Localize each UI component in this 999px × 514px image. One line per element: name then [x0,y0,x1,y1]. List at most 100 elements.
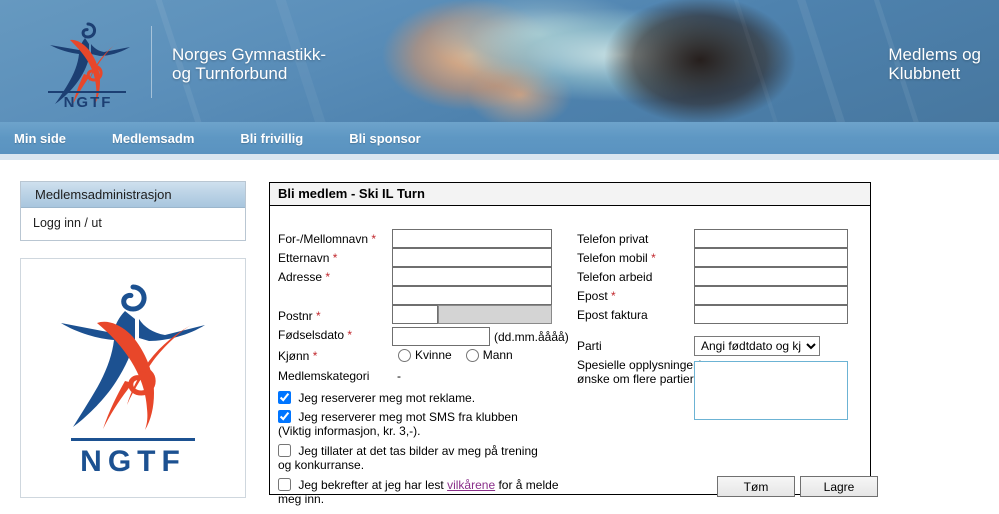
required-marker: * [325,270,331,284]
label-text: Epost [577,289,608,303]
label-spesielle-line1: Spesielle opplysninger/ [577,358,701,372]
input-telefon-privat[interactable] [694,229,848,248]
required-marker: * [371,232,377,246]
save-form-button[interactable]: Lagre [800,476,878,497]
nav-item-bli-sponsor[interactable]: Bli sponsor [349,131,421,146]
form-title-club: Ski IL Turn [358,186,425,201]
input-adresse-line1[interactable] [392,267,552,286]
label-telefon-mobil: Telefon mobil * [577,251,656,265]
label-spesielle-opplysninger: Spesielle opplysninger/ ønske om flere p… [577,358,700,386]
form-body: For-/Mellomnavn * Etternavn * Adresse * … [270,206,870,506]
label-medlemskategori: Medlemskategori [278,369,370,383]
logo-divider-rule [48,91,126,93]
input-poststed-readonly [438,305,552,324]
label-spesielle-line2: ønske om flere partier [577,372,694,386]
form-title-separator: - [347,186,359,201]
label-text: Postnr [278,309,313,323]
form-panel-title: Bli medlem - Ski IL Turn [270,183,870,206]
ngtf-logo[interactable]: NGTF [42,14,146,114]
label-epost: Epost * [577,289,616,303]
required-marker: * [651,251,656,265]
header-portal-name-line2: Klubbnett [888,64,961,83]
input-postnr[interactable] [392,305,438,324]
sidebar-item-logg-inn-ut[interactable]: Logg inn / ut [21,214,245,232]
label-text: For-/Mellomnavn [278,232,369,246]
label-fodselsdato: Fødselsdato * [278,328,352,342]
input-adresse-line2[interactable] [392,286,552,305]
header-portal-name: Medlems og Klubbnett [888,45,981,83]
checkbox-label-sms: Jeg reserverer meg mot SMS fra klubben (… [278,410,518,438]
header-vertical-divider [151,26,152,98]
nav-item-list: Min side Medlemsadm Bli frivillig Bli sp… [14,122,467,154]
sidebar-logo-inner: NGTF [53,281,213,479]
checkbox-row-sms[interactable]: Jeg reserverer meg mot SMS fra klubben (… [278,410,553,438]
header-portal-name-line1: Medlems og [888,45,981,64]
logo-wordmark: NGTF [63,94,113,111]
sidebar-logo-box: NGTF [20,258,246,498]
input-epost-faktura[interactable] [694,305,848,324]
label-text: Kjønn [278,349,310,363]
label-epost-faktura: Epost faktura [577,308,648,322]
checkbox-label-reklame: Jeg reserverer meg mot reklame. [298,391,476,405]
checkbox-label-bilder: Jeg tillater at det tas bilder av meg på… [278,444,538,472]
checkbox-reservasjon-reklame[interactable] [278,391,291,404]
hint-fodselsdato-format: (dd.mm.åååå) [494,330,569,344]
site-header-banner: NGTF Norges Gymnastikk- og Turnforbund M… [0,0,999,122]
label-telefon-privat: Telefon privat [577,232,649,246]
label-text: Fødselsdato [278,328,345,342]
label-adresse: Adresse * [278,270,330,284]
label-text: Adresse [278,270,323,284]
input-for-mellomnavn[interactable] [392,229,552,248]
label-postnr: Postnr * [278,309,321,323]
nav-item-medlemsadm[interactable]: Medlemsadm [112,131,194,146]
form-title-main: Bli medlem [278,186,348,201]
label-kjonn: Kjønn * [278,349,317,363]
radio-kjonn-mann[interactable] [465,348,479,362]
radio-kjonn-kvinne[interactable] [398,348,411,362]
checkbox-row-reklame[interactable]: Jeg reserverer meg mot reklame. [278,391,553,405]
input-telefon-arbeid[interactable] [694,267,848,286]
ngtf-logo-large-icon [61,284,205,430]
checkbox-row-bilder[interactable]: Jeg tillater at det tas bilder av meg på… [278,444,553,472]
label-text: Etternavn [278,251,330,265]
nav-item-min-side[interactable]: Min side [14,131,66,146]
label-parti: Parti [577,339,602,353]
sidebar-logo-wordmark: NGTF [80,445,186,478]
required-marker: * [332,251,338,265]
label-text: Telefon mobil [577,251,648,265]
input-fodselsdato[interactable] [392,327,490,346]
header-org-name: Norges Gymnastikk- og Turnforbund [172,45,326,83]
value-medlemskategori: - [397,369,401,383]
checkbox-reservasjon-sms[interactable] [278,410,291,423]
label-for-mellomnavn: For-/Mellomnavn * [278,232,376,246]
header-org-name-line2: og Turnforbund [172,64,288,83]
nav-item-bli-frivillig[interactable]: Bli frivillig [240,131,303,146]
sidebar-panel-medlemsadministrasjon: Medlemsadministrasjon Logg inn / ut [20,181,246,241]
bli-medlem-form-panel: Bli medlem - Ski IL Turn For-/Mellomnavn… [269,182,871,506]
input-epost[interactable] [694,286,848,305]
input-etternavn[interactable] [392,248,552,267]
required-marker: * [312,349,318,363]
radio-label-mann: Mann [482,348,513,362]
page-content: Medlemsadministrasjon Logg inn / ut NGTF… [0,160,999,514]
checkbox-tillat-bilder[interactable] [278,444,291,457]
sidebar-logo-divider [71,438,195,441]
select-parti[interactable]: Angi fødtdato og kjønn [694,336,820,356]
textarea-spesielle-opplysninger[interactable] [694,361,848,420]
header-background-photo [0,0,999,122]
label-etternavn: Etternavn * [278,251,337,265]
header-org-name-line1: Norges Gymnastikk- [172,45,326,64]
required-marker: * [347,328,353,342]
sidebar-panel-body: Logg inn / ut [21,208,245,240]
main-navigation-bar: Min side Medlemsadm Bli frivillig Bli sp… [0,122,999,154]
radio-label-kvinne: Kvinne [415,348,452,362]
form-button-row: Tøm Lagre [269,476,878,498]
sidebar: Medlemsadministrasjon Logg inn / ut NGTF [20,181,246,498]
clear-form-button[interactable]: Tøm [717,476,795,497]
required-marker: * [611,289,616,303]
label-telefon-arbeid: Telefon arbeid [577,270,653,284]
radio-group-kjonn: Kvinne Mann [398,348,513,362]
required-marker: * [316,309,321,323]
input-telefon-mobil[interactable] [694,248,848,267]
sidebar-panel-title: Medlemsadministrasjon [21,182,245,208]
